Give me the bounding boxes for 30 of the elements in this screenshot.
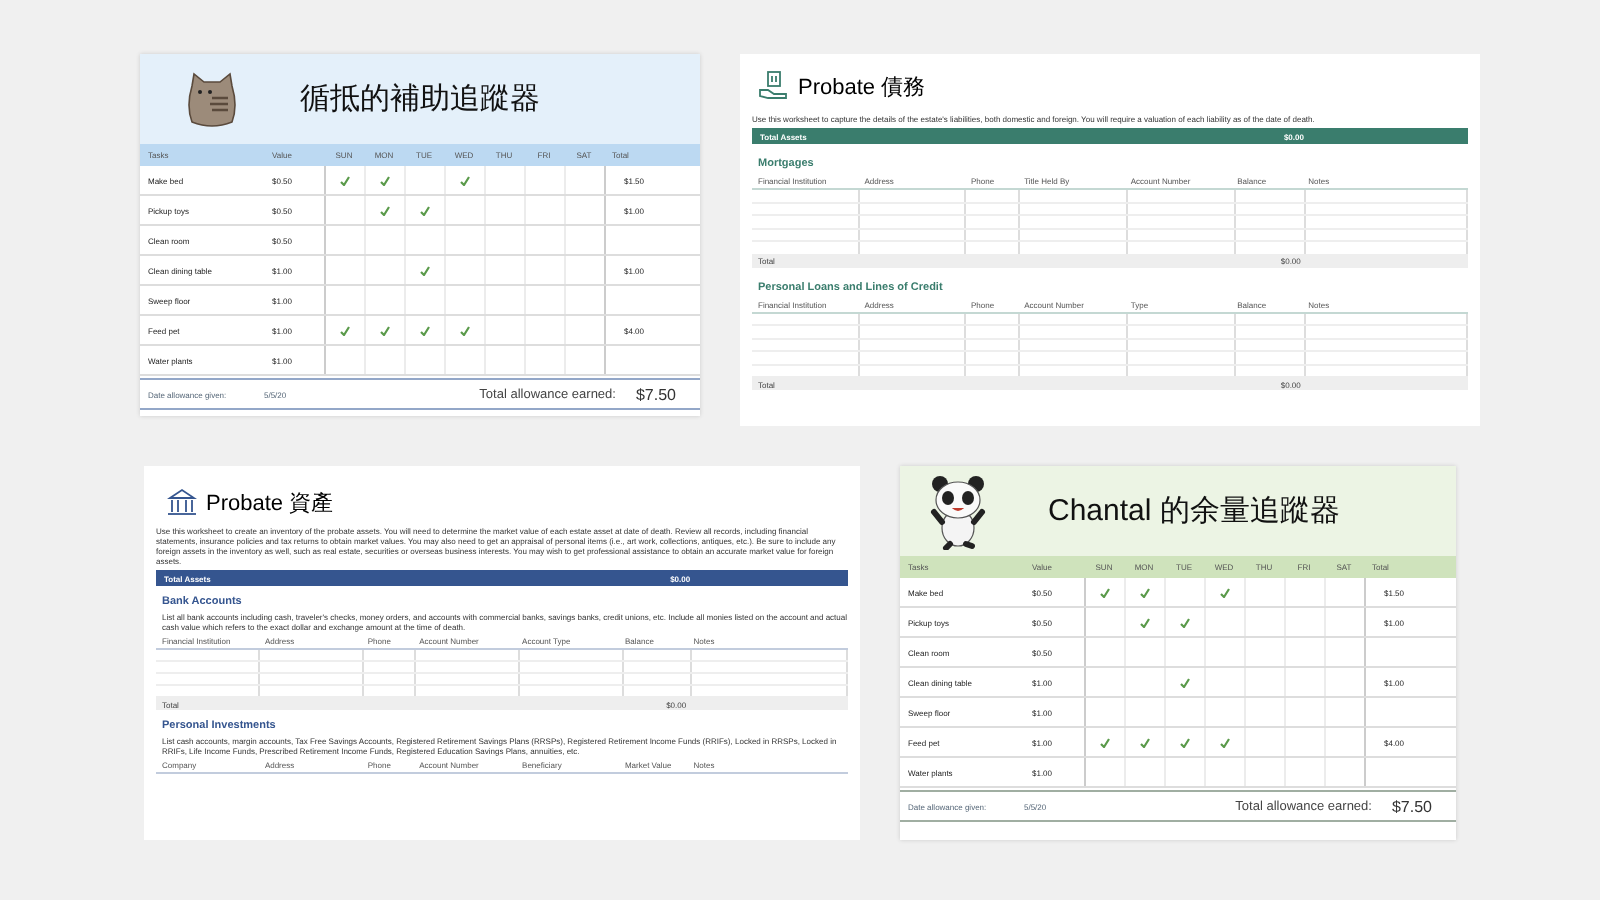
sheet-title: Probate 債務 — [798, 73, 926, 101]
check-icon — [380, 325, 390, 335]
check-icon — [340, 175, 350, 185]
tracker-title: Chantal 的余量追蹤器 — [1048, 492, 1340, 530]
hand-money-icon — [758, 70, 790, 102]
check-icon — [420, 325, 430, 335]
total-value: $7.50 — [635, 385, 676, 403]
check-icon — [460, 175, 470, 185]
check-icon — [1220, 737, 1230, 747]
check-icon — [1140, 617, 1150, 627]
panda-drawing — [928, 473, 988, 549]
tracker-title: 循抵的補助追蹤器 — [300, 80, 540, 118]
check-icon — [1100, 587, 1110, 597]
check-icon — [1140, 587, 1150, 597]
check-icon — [460, 325, 470, 335]
check-icon — [1100, 737, 1110, 747]
total-value: $7.50 — [1391, 797, 1432, 815]
check-icon — [420, 205, 430, 215]
cat-drawing — [184, 69, 240, 129]
check-icon — [380, 175, 390, 185]
check-icon — [1220, 587, 1230, 597]
check-icon — [1180, 617, 1190, 627]
building-icon — [166, 486, 198, 518]
check-icon — [1180, 737, 1190, 747]
sheet-title: Probate 資產 — [206, 489, 334, 517]
check-icon — [1180, 677, 1190, 687]
check-icon — [380, 205, 390, 215]
check-icon — [420, 265, 430, 275]
check-icon — [340, 325, 350, 335]
check-icon — [1140, 737, 1150, 747]
